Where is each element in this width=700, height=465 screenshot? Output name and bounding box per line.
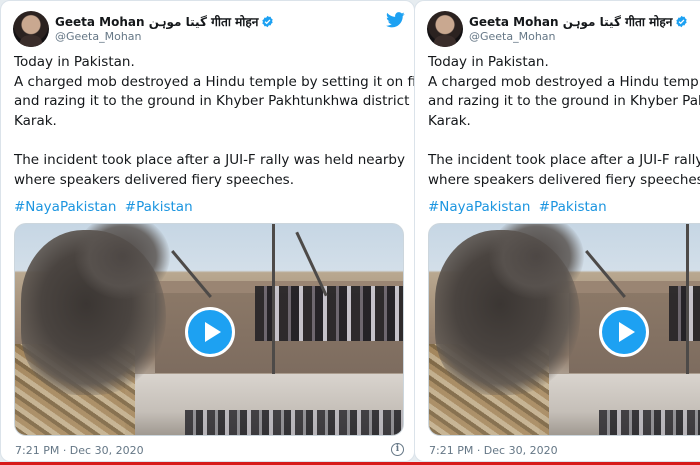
screenshot-stage: Geeta Mohan گیتا موہن गीता मोहन @Geeta_M… (0, 0, 700, 465)
tweet-text-line: where speakers delivered fiery speeches. (14, 171, 295, 188)
info-icon[interactable]: i (391, 443, 404, 456)
avatar[interactable] (13, 11, 49, 47)
tweet-text-line: Karak. (428, 112, 471, 129)
author-display-name[interactable]: Geeta Mohan گیتا موہن गीता मोहन (55, 13, 258, 30)
hashtag-link[interactable]: #NayaPakistan (14, 199, 116, 215)
video-thumbnail[interactable] (428, 223, 700, 436)
tweet-text-line: Today in Pakistan. (14, 54, 135, 70)
tweet-text-line: and razing it to the ground in Khyber Pa… (14, 93, 415, 109)
tweet-card[interactable]: Geeta Mohan گیتا موہن गीता मोहन @Geeta_M… (414, 0, 700, 462)
tweet-text-line: The incident took place after a JUI-F ra… (14, 152, 405, 168)
hashtag-link[interactable]: #Pakistan (125, 199, 193, 215)
hashtag-row: #NayaPakistan #Pakistan (428, 198, 611, 218)
author-name-row[interactable]: Geeta Mohan گیتا موہن गीता मोहन (55, 13, 274, 30)
author-handle[interactable]: @Geeta_Mohan (55, 30, 142, 43)
author-name-row[interactable]: Geeta Mohan گیتا موہن गीता मोहन (469, 13, 688, 30)
crowd (255, 286, 403, 341)
hashtag-link[interactable]: #NayaPakistan (428, 199, 530, 215)
twitter-bird-icon[interactable] (386, 12, 405, 28)
tweet-text-line: Today in Pakistan. (428, 54, 549, 70)
tweet-text: Today in Pakistan. A charged mob destroy… (14, 53, 415, 190)
avatar[interactable] (427, 11, 463, 47)
crowd-lower (185, 410, 403, 435)
tweet-text-line: and razing it to the ground in Khyber Pa… (428, 93, 700, 109)
play-icon[interactable] (185, 307, 235, 357)
tweet-text: Today in Pakistan. A charged mob destroy… (428, 53, 700, 190)
verified-badge-icon (676, 15, 688, 28)
hashtag-row: #NayaPakistan #Pakistan (14, 198, 197, 218)
tweet-timestamp[interactable]: 7:21 PM · Dec 30, 2020 (429, 444, 558, 457)
tweet-text-line: Karak. (14, 112, 57, 129)
tweet-text-line: A charged mob destroyed a Hindu temple b… (14, 73, 415, 90)
tweet-text-line: The incident took place after a JUI-F ra… (428, 152, 700, 168)
crowd (669, 286, 700, 341)
tweet-text-line: where speakers delivered fiery speeches. (428, 171, 700, 188)
play-icon[interactable] (599, 307, 649, 357)
author-handle[interactable]: @Geeta_Mohan (469, 30, 556, 43)
verified-badge-icon (262, 15, 274, 28)
video-thumbnail[interactable] (14, 223, 404, 436)
author-display-name[interactable]: Geeta Mohan گیتا موہن गीता मोहन (469, 13, 672, 30)
tweet-timestamp[interactable]: 7:21 PM · Dec 30, 2020 (15, 444, 144, 457)
hashtag-link[interactable]: #Pakistan (539, 199, 607, 215)
crowd-lower (599, 410, 700, 435)
tweet-text-line: A charged mob destroyed a Hindu temple b (428, 73, 700, 90)
tweet-card[interactable]: Geeta Mohan گیتا موہن गीता मोहन @Geeta_M… (0, 0, 415, 462)
